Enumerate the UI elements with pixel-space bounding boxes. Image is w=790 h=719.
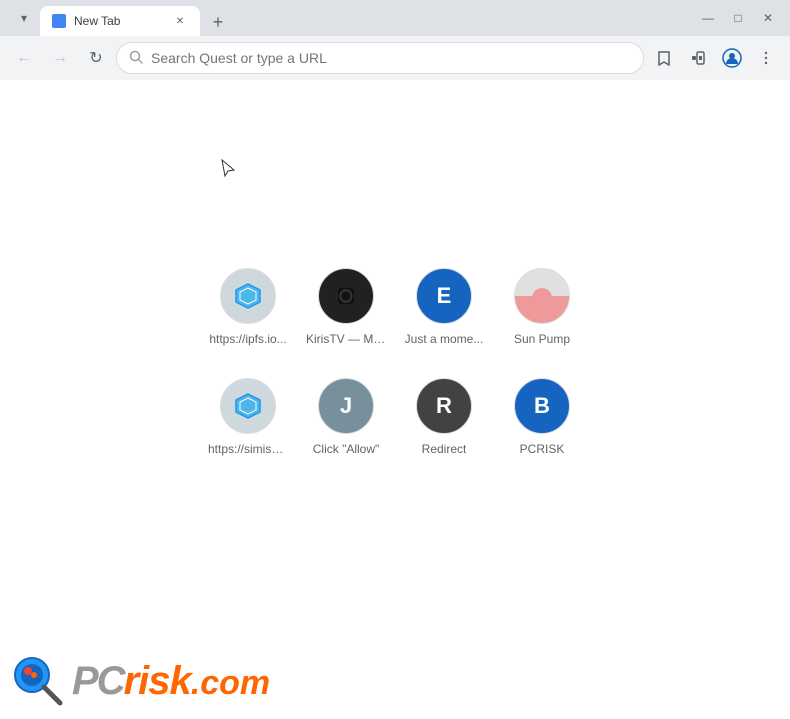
shortcut-ipfs[interactable]: https://ipfs.io...: [203, 260, 293, 354]
pc-text: PC: [72, 659, 124, 704]
active-tab[interactable]: New Tab ✕: [40, 6, 200, 36]
title-bar: ▾ New Tab ✕ + — □ ✕: [0, 0, 790, 36]
maximize-btn[interactable]: □: [724, 4, 752, 32]
search-icon: [129, 50, 143, 67]
pcrisk-watermark: PC risk .com: [12, 655, 270, 707]
close-btn[interactable]: ✕: [754, 4, 782, 32]
shortcut-label-pcrisk: PCRISK: [520, 442, 565, 456]
refresh-btn[interactable]: ↻: [80, 42, 112, 74]
window-controls: — □ ✕: [694, 4, 782, 32]
tab-dropdown-btn[interactable]: ▾: [12, 6, 36, 30]
shortcut-label-ipfs: https://ipfs.io...: [209, 332, 286, 346]
mouse-cursor: [218, 158, 238, 183]
shortcut-icon-simise: [220, 378, 276, 434]
bookmark-icon[interactable]: [648, 42, 680, 74]
browser-frame: ▾ New Tab ✕ + — □ ✕ ← → ↻: [0, 0, 790, 719]
profile-icon[interactable]: [716, 42, 748, 74]
shortcut-kiristv[interactable]: KirisTV — Mo...: [301, 260, 391, 354]
tab-label: New Tab: [74, 14, 164, 28]
shortcut-icon-ipfs: [220, 268, 276, 324]
new-tab-page: https://ipfs.io... KirisTV — Mo... E Jus…: [0, 80, 790, 719]
extensions-icon[interactable]: [682, 42, 714, 74]
shortcut-label-click-allow: Click "Allow": [313, 442, 380, 456]
toolbar: ← → ↻: [0, 36, 790, 80]
shortcut-label-redirect: Redirect: [422, 442, 467, 456]
shortcut-icon-click-allow: J: [318, 378, 374, 434]
address-bar[interactable]: [116, 42, 644, 74]
menu-icon[interactable]: [750, 42, 782, 74]
shortcut-icon-pcrisk: B: [514, 378, 570, 434]
shortcut-redirect[interactable]: R Redirect: [399, 370, 489, 464]
pcrisk-logo-icon: [12, 655, 64, 707]
tab-close-btn[interactable]: ✕: [172, 13, 188, 29]
minimize-btn[interactable]: —: [694, 4, 722, 32]
shortcut-pcrisk[interactable]: B PCRISK: [497, 370, 587, 464]
shortcut-sun-pump[interactable]: Sun Pump: [497, 260, 587, 354]
address-input[interactable]: [151, 50, 631, 66]
forward-btn[interactable]: →: [44, 42, 76, 74]
toolbar-actions: [648, 42, 782, 74]
shortcut-click-allow[interactable]: J Click "Allow": [301, 370, 391, 464]
dotcom-text: .com: [191, 664, 270, 703]
tab-favicon: [52, 14, 66, 28]
shortcut-icon-sun-pump: [514, 268, 570, 324]
tab-bar: New Tab ✕ +: [40, 0, 690, 36]
shortcut-icon-kiristv: [318, 268, 374, 324]
shortcut-label-sun-pump: Sun Pump: [514, 332, 570, 346]
pcrisk-brand-text: PC risk .com: [72, 659, 270, 704]
shortcut-just-a-moment[interactable]: E Just a mome...: [399, 260, 489, 354]
shortcut-simise[interactable]: https://simise...: [203, 370, 293, 464]
shortcuts-grid: https://ipfs.io... KirisTV — Mo... E Jus…: [203, 260, 587, 464]
shortcut-icon-just-a-moment: E: [416, 268, 472, 324]
shortcut-icon-redirect: R: [416, 378, 472, 434]
shortcut-label-just-a-moment: Just a mome...: [405, 332, 484, 346]
new-tab-btn[interactable]: +: [204, 8, 232, 36]
shortcut-label-kiristv: KirisTV — Mo...: [306, 332, 386, 346]
back-btn[interactable]: ←: [8, 42, 40, 74]
risk-text: risk: [124, 659, 191, 704]
shortcut-label-simise: https://simise...: [208, 442, 288, 456]
